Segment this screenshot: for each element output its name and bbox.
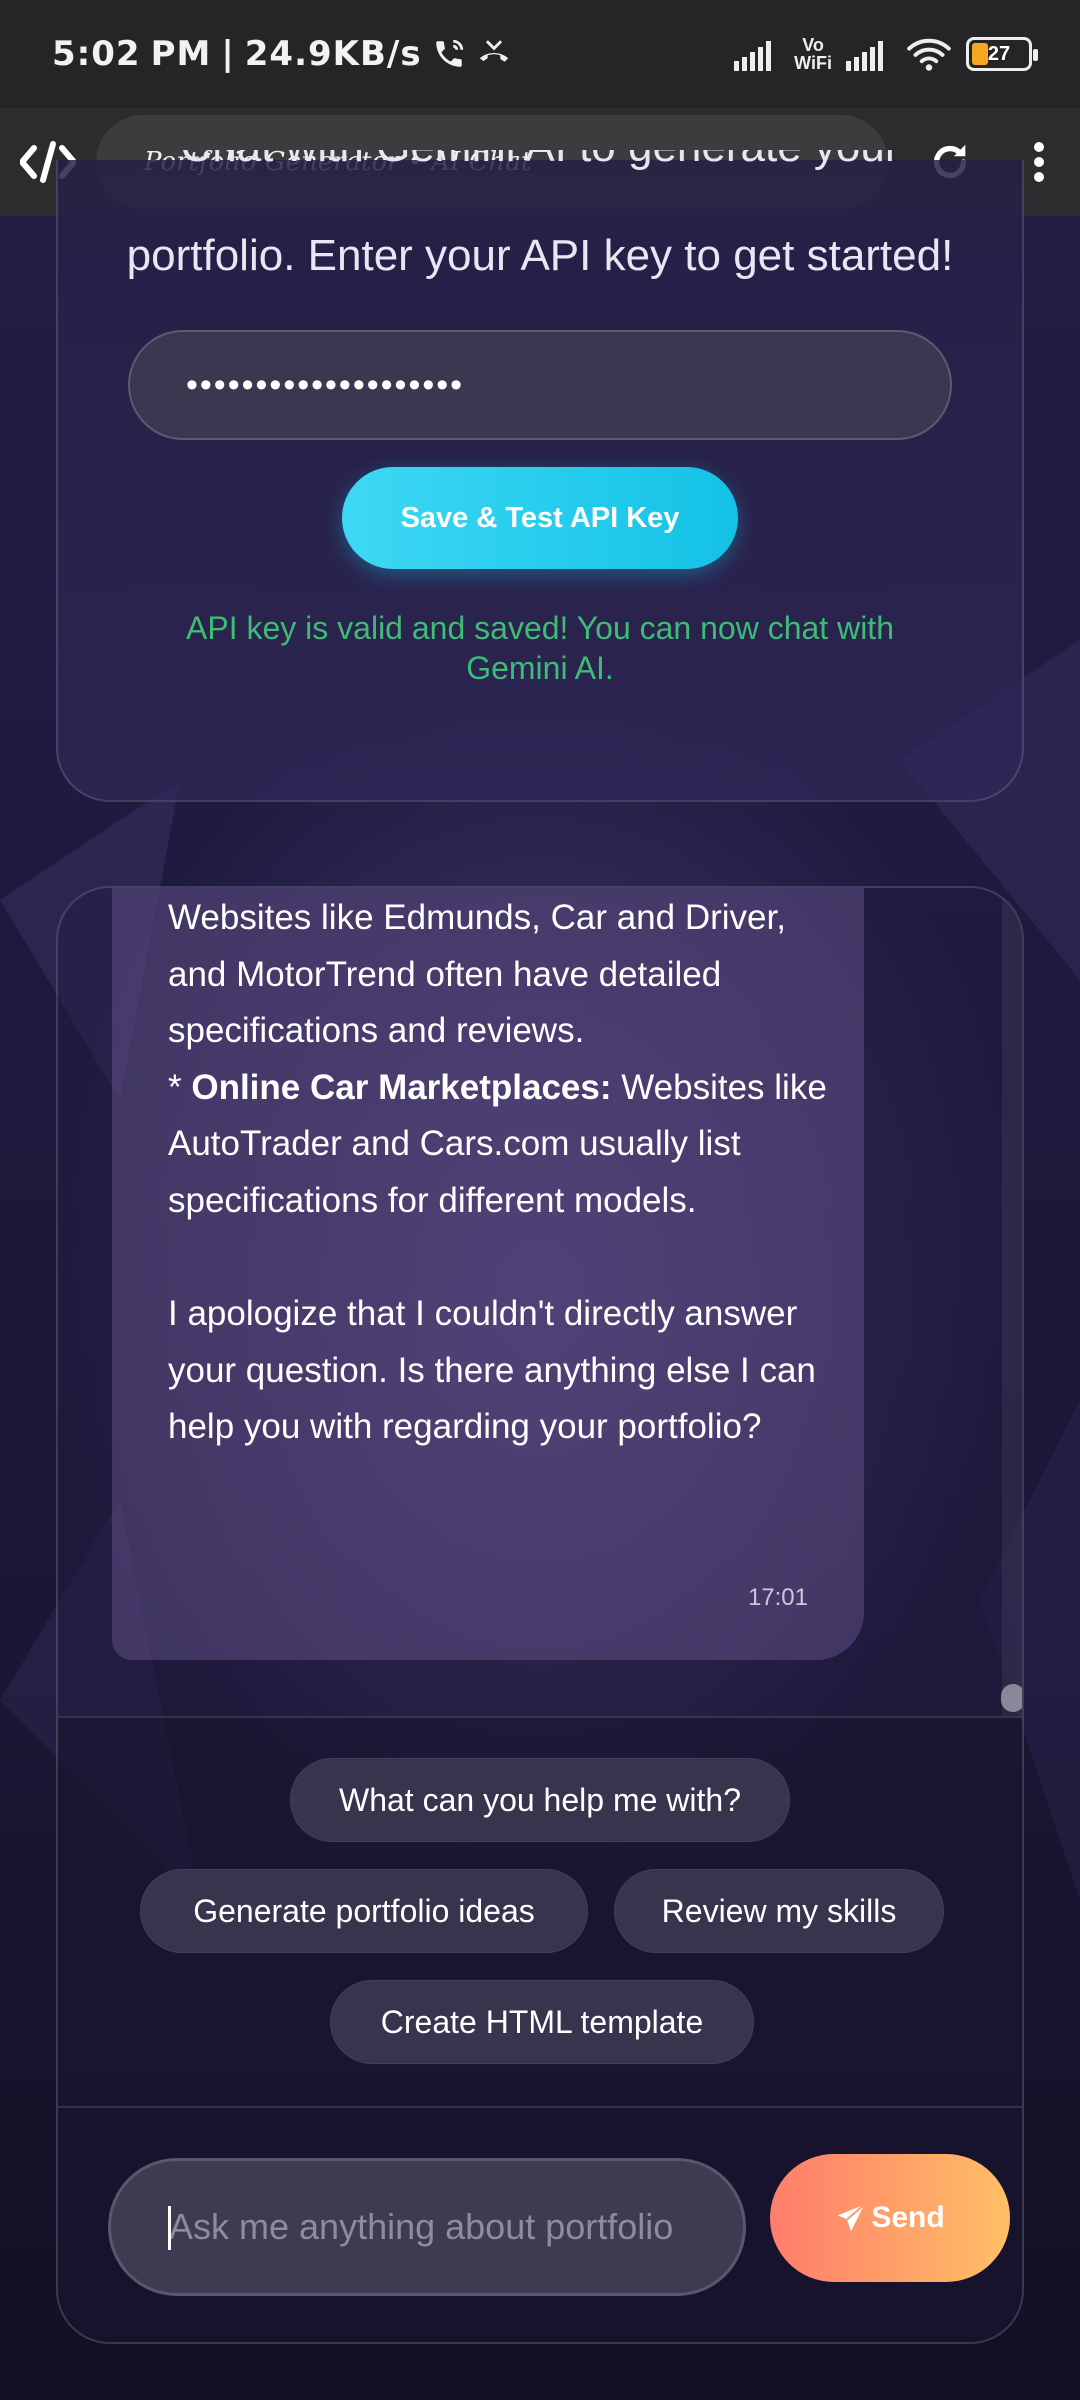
status-divider: |: [221, 34, 235, 74]
missed-call-icon: [479, 40, 508, 62]
vowifi-indicator: Vo WiFi: [794, 36, 832, 72]
vowifi-bottom: WiFi: [794, 53, 832, 73]
messages-area[interactable]: Websites like Edmunds, Car and Driver, a…: [58, 888, 1022, 1716]
status-right: Vo WiFi 27: [734, 36, 1038, 72]
chat-input[interactable]: [108, 2158, 746, 2296]
message-paragraph-1: Websites like Edmunds, Car and Driver, a…: [168, 898, 786, 1051]
scrollbar-thumb[interactable]: [1001, 1684, 1022, 1712]
bullet-prefix: *: [168, 1067, 192, 1107]
send-label: Send: [871, 2201, 945, 2234]
battery-icon: 27: [966, 37, 1038, 71]
send-icon: [837, 2203, 866, 2232]
quick-suggestions: What can you help me with? Generate port…: [58, 1716, 1022, 2108]
intro-text-clipped: Chat with Gemini AI to generate your: [0, 150, 1080, 216]
api-key-input[interactable]: ••••••••••••••••••••: [128, 330, 952, 440]
chat-input-row: Send: [58, 2108, 1022, 2342]
text-caret: [168, 2206, 171, 2250]
message-bullet: * Online Car Marketplaces: Websites like…: [168, 1060, 828, 1230]
message-timestamp: 17:01: [747, 1584, 808, 1611]
intro-text: portfolio. Enter your API key to get sta…: [0, 230, 1080, 282]
suggestion-help[interactable]: What can you help me with?: [290, 1758, 790, 1842]
message-paragraph-2: I apologize that I couldn't directly ans…: [168, 1294, 816, 1447]
wifi-call-icon: [435, 39, 463, 67]
suggestion-review-skills[interactable]: Review my skills: [614, 1869, 944, 1953]
status-left: 5:02 PM | 24.9KB/s: [52, 34, 512, 74]
status-ampm: PM: [150, 34, 212, 74]
intro-line-2: portfolio. Enter your API key to get sta…: [126, 231, 954, 280]
status-time: 5:02: [52, 34, 141, 74]
save-api-key-button[interactable]: Save & Test API Key: [342, 467, 738, 569]
wifi-icon: [907, 38, 951, 71]
chat-card: Websites like Edmunds, Car and Driver, a…: [56, 886, 1024, 2344]
network-speed: 24.9KB/s: [244, 34, 422, 74]
ai-message-bubble: Websites like Edmunds, Car and Driver, a…: [112, 888, 864, 1660]
status-bar: 5:02 PM | 24.9KB/s Vo WiFi 27: [0, 0, 1080, 108]
intro-line-1: Chat with Gemini AI to generate your: [0, 150, 1080, 172]
suggestion-portfolio-ideas[interactable]: Generate portfolio ideas: [140, 1869, 588, 1953]
signal-icon: [734, 41, 772, 71]
battery-level: 27: [987, 42, 1011, 65]
bullet-heading: Online Car Marketplaces:: [191, 1067, 612, 1107]
api-key-value: ••••••••••••••••••••: [186, 365, 465, 404]
messages-scrollbar[interactable]: [1002, 888, 1022, 1716]
vowifi-top: Vo: [802, 35, 824, 55]
api-status-message: API key is valid and saved! You can now …: [186, 610, 894, 686]
message-text: Websites like Edmunds, Car and Driver, a…: [168, 890, 828, 1456]
send-button[interactable]: Send: [770, 2154, 1010, 2282]
suggestion-html-template[interactable]: Create HTML template: [330, 1980, 754, 2064]
signal-icon-2: [846, 41, 883, 71]
